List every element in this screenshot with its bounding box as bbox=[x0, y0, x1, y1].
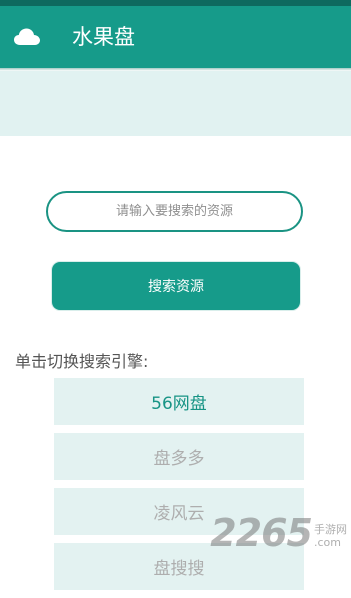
watermark-site-name: 手游网 bbox=[314, 523, 347, 536]
app-title: 水果盘 bbox=[72, 24, 135, 50]
watermark-number: 2265 bbox=[210, 513, 312, 553]
engine-item-56wangpan[interactable]: 56网盘 bbox=[54, 378, 304, 425]
watermark: 2265 手游网 .com bbox=[210, 513, 347, 553]
banner-area bbox=[0, 71, 351, 136]
search-button[interactable]: 搜索资源 bbox=[52, 262, 300, 310]
engine-list: 56网盘 盘多多 凌风云 盘搜搜 bbox=[54, 378, 304, 598]
search-input[interactable] bbox=[46, 191, 303, 232]
engine-switch-label: 单击切换搜索引擎: bbox=[15, 351, 148, 373]
watermark-domain: .com bbox=[314, 536, 347, 549]
app-bar: 水果盘 bbox=[0, 6, 351, 68]
engine-item-panduoduo[interactable]: 盘多多 bbox=[54, 433, 304, 480]
watermark-text: 手游网 .com bbox=[314, 523, 347, 549]
cloud-icon[interactable] bbox=[14, 28, 40, 46]
